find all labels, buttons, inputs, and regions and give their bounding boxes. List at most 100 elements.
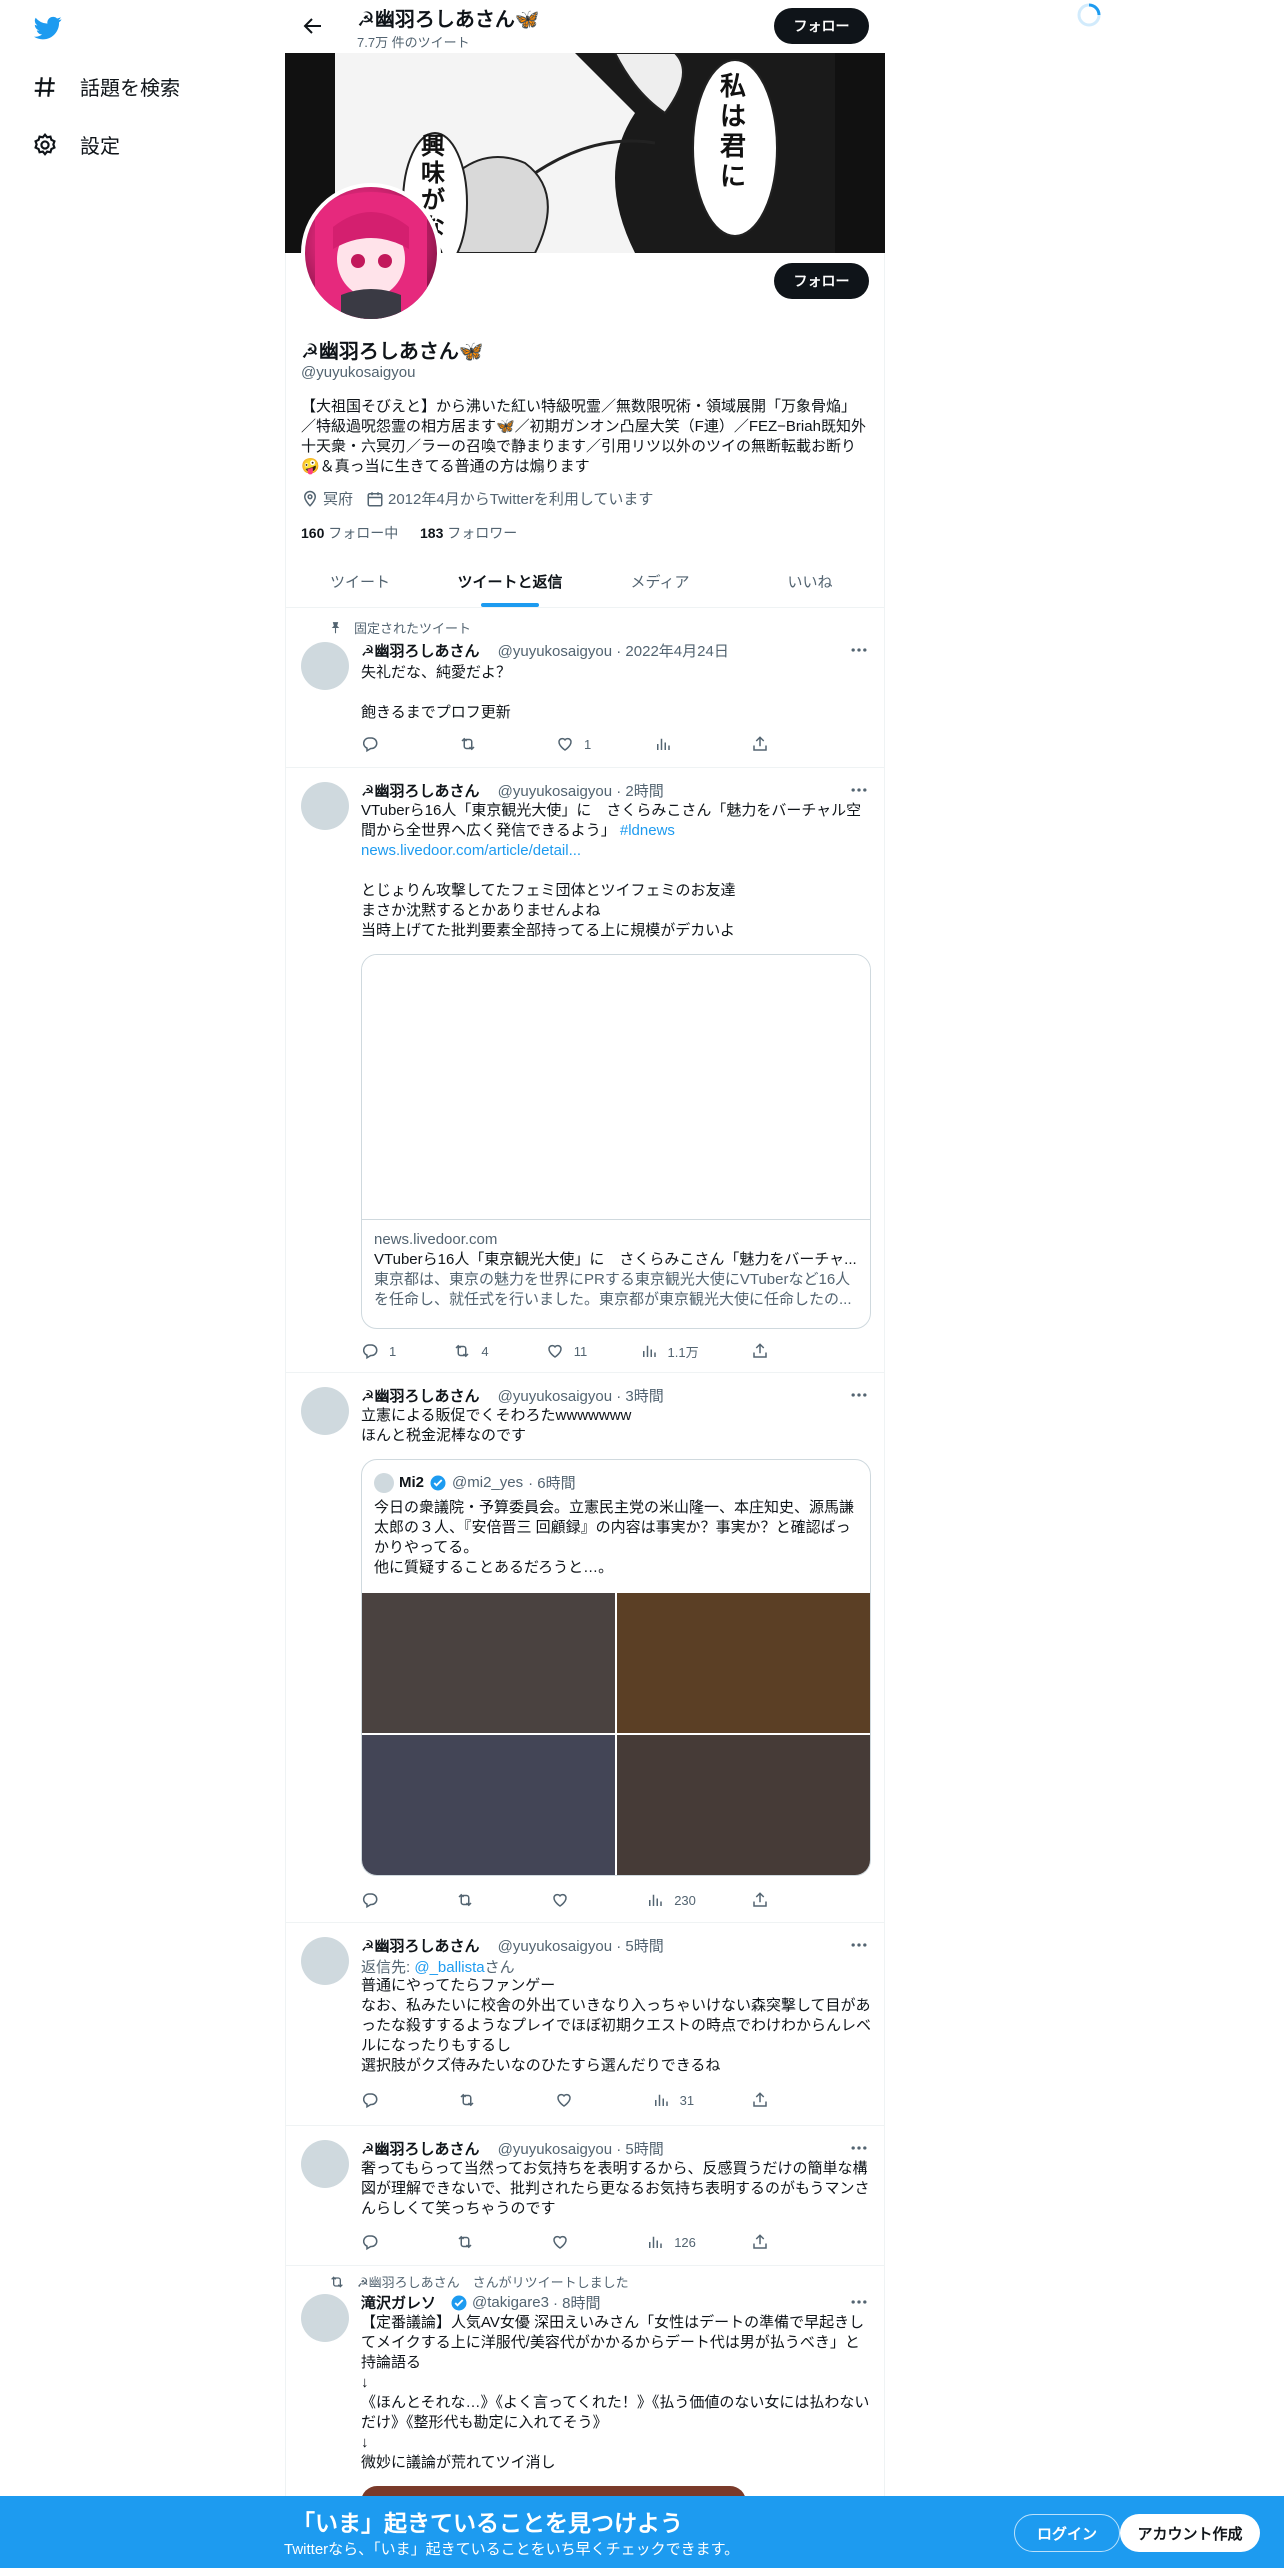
- tweet-avatar[interactable]: [301, 1937, 349, 1985]
- views-chart-icon: [649, 1894, 662, 1906]
- tweet-time[interactable]: · 3時間: [616, 1388, 664, 1405]
- tweet-time[interactable]: · 5時間: [616, 1938, 664, 1955]
- retweet-button[interactable]: [458, 2090, 498, 2110]
- tweet-author-handle[interactable]: @yuyukosaigyou: [498, 643, 612, 660]
- like-button[interactable]: [555, 2090, 595, 2110]
- share-button[interactable]: [751, 1341, 791, 1361]
- media-image-1[interactable]: [362, 1593, 615, 1733]
- retweet-button[interactable]: 4: [453, 1341, 493, 1361]
- profile-handle: @yuyukosaigyou: [301, 364, 416, 381]
- link-card-image: [362, 955, 870, 1220]
- nav-explore[interactable]: 話題を検索: [32, 72, 180, 101]
- more-options-icon[interactable]: [849, 780, 869, 800]
- reply-button[interactable]: [361, 734, 401, 754]
- more-options-icon[interactable]: [849, 1935, 869, 1955]
- like-button[interactable]: [551, 2232, 591, 2252]
- tweet-author-name[interactable]: ☭幽羽ろしあさん: [361, 1388, 479, 1405]
- share-button[interactable]: [751, 2090, 791, 2110]
- tweet-text-part-2: とじょりん攻撃してたフェミ団体とツイフェミのお友達 まさか沈黙するとかありません…: [361, 882, 736, 939]
- profile-tabs: ツイート ツイートと返信 メディア いいね: [285, 555, 885, 608]
- tweet-author-handle[interactable]: @yuyukosaigyou: [498, 783, 612, 800]
- profile-avatar[interactable]: [301, 183, 441, 323]
- retweet-button[interactable]: [456, 1890, 496, 1910]
- loading-spinner-icon: [1077, 3, 1101, 27]
- hashtag-link[interactable]: #ldnews: [620, 822, 675, 839]
- more-options-icon[interactable]: [849, 640, 869, 660]
- twitter-logo-icon[interactable]: [32, 14, 64, 42]
- tweet-time[interactable]: · 2時間: [616, 783, 664, 800]
- following-label: フォロー中: [328, 525, 399, 541]
- tweet-time[interactable]: · 8時間: [553, 2292, 601, 2313]
- tweet-reply[interactable]: ☭幽羽ろしあさん @yuyukosaigyou · 5時間 返信先: @_bal…: [285, 1923, 885, 2126]
- share-button[interactable]: [751, 734, 791, 754]
- location-pin-icon: [303, 490, 317, 507]
- like-button[interactable]: 1: [556, 734, 596, 754]
- tweet-avatar[interactable]: [301, 1387, 349, 1435]
- reply-to-handle[interactable]: @_ballista: [414, 1959, 484, 1976]
- tab-tweets-and-replies[interactable]: ツイートと返信: [435, 555, 585, 607]
- back-arrow-icon[interactable]: [301, 14, 325, 38]
- views-button[interactable]: [654, 734, 694, 754]
- tweet-time[interactable]: · 2022年4月24日: [616, 643, 729, 660]
- media-image-2[interactable]: [617, 1593, 870, 1733]
- tweet-time[interactable]: · 5時間: [616, 2141, 664, 2158]
- following-link[interactable]: 160 フォロー中: [301, 523, 398, 543]
- tweet-quote[interactable]: ☭幽羽ろしあさん @yuyukosaigyou · 3時間 立憲による販促でくそ…: [285, 1373, 885, 1923]
- media-image-4[interactable]: [617, 1735, 870, 1875]
- retweet-icon: [460, 737, 475, 751]
- login-button[interactable]: ログイン: [1014, 2514, 1120, 2552]
- tweet-pinned[interactable]: 固定されたツイート ☭幽羽ろしあさん @yuyukosaigyou · 2022…: [285, 608, 885, 768]
- like-button[interactable]: [551, 1890, 591, 1910]
- more-options-icon[interactable]: [849, 2292, 869, 2312]
- like-button[interactable]: 11: [546, 1341, 587, 1361]
- header-follow-button[interactable]: フォロー: [774, 8, 869, 44]
- tweet-avatar[interactable]: [301, 2140, 349, 2188]
- reply-button[interactable]: [361, 2232, 401, 2252]
- tweet-author-handle[interactable]: @yuyukosaigyou: [498, 1938, 612, 1955]
- nav-settings[interactable]: 設定: [32, 130, 120, 159]
- reply-button[interactable]: 1: [361, 1341, 401, 1361]
- views-button[interactable]: 230: [646, 1890, 696, 1910]
- share-button[interactable]: [751, 2232, 791, 2252]
- share-button[interactable]: [751, 1890, 791, 1910]
- tweet-avatar[interactable]: [301, 2294, 349, 2342]
- quoted-tweet[interactable]: Mi2 @mi2_yes · 6時間 今日の衆議院・予算委員会。立憲民主党の米山…: [361, 1459, 871, 1876]
- tweet-author-name[interactable]: ☭幽羽ろしあさん: [361, 643, 479, 660]
- pinned-indicator: 固定されたツイート: [329, 618, 471, 637]
- reply-button[interactable]: [361, 2090, 401, 2110]
- views-button[interactable]: 31: [652, 2090, 694, 2110]
- tweet-author-handle[interactable]: @yuyukosaigyou: [498, 1388, 612, 1405]
- media-image-3[interactable]: [362, 1735, 615, 1875]
- verified-badge-icon: [451, 2295, 467, 2310]
- retweet-button[interactable]: [456, 2232, 496, 2252]
- create-account-button[interactable]: アカウント作成: [1120, 2514, 1260, 2552]
- link-card[interactable]: news.livedoor.com VTuberら16人「東京観光大使」に さく…: [361, 954, 871, 1329]
- more-options-icon[interactable]: [849, 2138, 869, 2158]
- retweet-icon: [460, 2093, 474, 2107]
- tweet-avatar[interactable]: [301, 782, 349, 830]
- tweet-author-handle[interactable]: @yuyukosaigyou: [498, 2141, 612, 2158]
- tweet-text: 失礼だな、純愛だよ？ 飽きるまでプロフ更新: [361, 664, 512, 721]
- article-link[interactable]: news.livedoor.com/article/detail...: [361, 842, 581, 859]
- tweet-opinion[interactable]: ☭幽羽ろしあさん @yuyukosaigyou · 5時間 奢ってもらって当然っ…: [285, 2126, 885, 2266]
- more-options-icon[interactable]: [849, 1385, 869, 1405]
- tweet-author-name[interactable]: ☭幽羽ろしあさん: [361, 783, 479, 800]
- views-button[interactable]: 1.1万: [640, 1341, 699, 1361]
- following-count: 160: [301, 525, 325, 541]
- retweet-button[interactable]: [459, 734, 499, 754]
- tab-likes[interactable]: いいね: [735, 555, 885, 607]
- tweet-avatar[interactable]: [301, 642, 349, 690]
- tweet-author-handle[interactable]: @takigare3: [472, 2294, 549, 2311]
- tweet-news[interactable]: ☭幽羽ろしあさん @yuyukosaigyou · 2時間 VTuberら16人…: [285, 768, 885, 1373]
- tweet-author-name[interactable]: 滝沢ガレソ: [361, 2292, 436, 2313]
- tweet-author-name[interactable]: ☭幽羽ろしあさん: [361, 2141, 479, 2158]
- reply-icon: [362, 1893, 378, 1909]
- tab-media[interactable]: メディア: [585, 555, 735, 607]
- tab-tweets[interactable]: ツイート: [285, 555, 435, 607]
- views-button[interactable]: 126: [646, 2232, 696, 2252]
- tweet-author-name[interactable]: ☭幽羽ろしあさん: [361, 1938, 479, 1955]
- reply-button[interactable]: [361, 1890, 401, 1910]
- reply-icon: [362, 1344, 378, 1360]
- followers-link[interactable]: 183 フォロワー: [420, 523, 517, 543]
- profile-follow-button[interactable]: フォロー: [774, 263, 869, 299]
